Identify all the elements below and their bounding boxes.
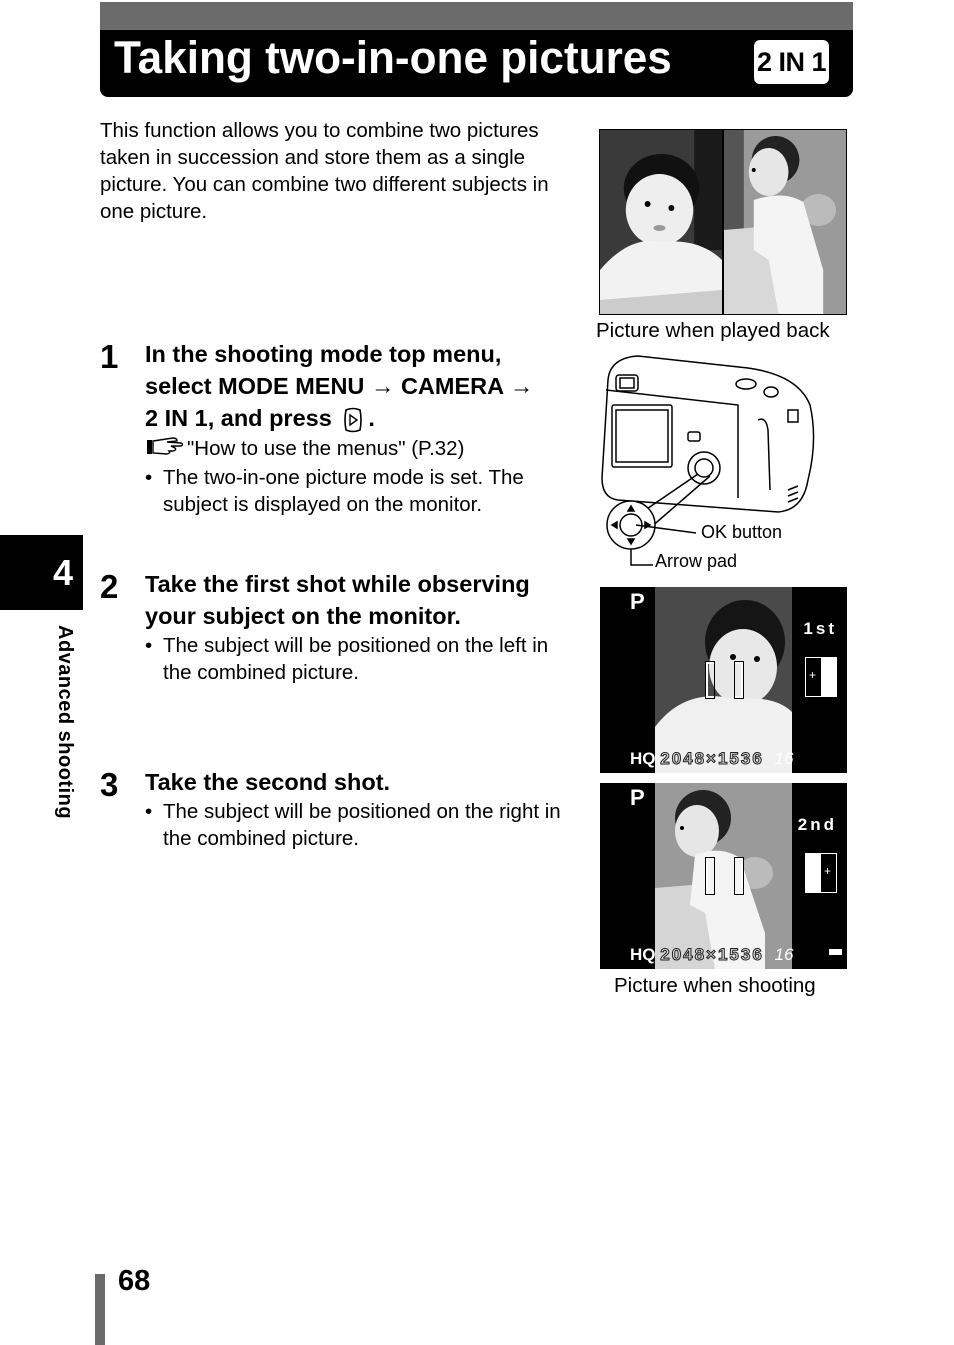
shooting-caption: Picture when shooting [614, 974, 816, 997]
active-half: + [821, 854, 836, 892]
inactive-half [806, 854, 821, 892]
step-heading-line: 2 IN 1, and press . [145, 402, 580, 434]
crosshair-icon: + [824, 864, 832, 878]
step-heading-line: select MODE MENU → CAMERA → [145, 373, 534, 399]
playback-caption: Picture when played back [596, 319, 830, 342]
active-half: + [806, 658, 821, 696]
step-1: 1 In the shooting mode top menu, select … [100, 338, 580, 518]
quality-indicator: HQ [630, 945, 656, 964]
resolution-indicator: 2048×1536 [660, 749, 764, 769]
lcd-status-line: HQ 2048×1536 16 [630, 945, 793, 965]
inactive-half [821, 658, 836, 696]
page-header-banner: Taking two-in-one pictures 2 IN 1 [100, 2, 853, 97]
step-number: 1 [100, 338, 119, 375]
arrow-pad-right-icon [342, 407, 364, 433]
af-target-bracket-left [706, 662, 714, 698]
crosshair-icon: + [809, 668, 817, 682]
remaining-count: 16 [774, 749, 794, 768]
arrow-pad-label: Arrow pad [655, 551, 738, 571]
bullet-dot: • [145, 466, 153, 489]
chapter-number: 4 [52, 552, 73, 593]
step-heading-line: In the shooting mode top menu, [145, 341, 502, 367]
battery-icon [829, 949, 842, 955]
lcd-first-shot: P 1st + HQ 2048×1536 16 [600, 587, 847, 773]
bullet-dot: • [145, 634, 153, 657]
step-bullet: • The subject will be positioned on the … [145, 632, 580, 686]
shooting-mode-indicator: P [630, 589, 645, 614]
frame-position-indicator: + [805, 657, 837, 697]
step-bullet: • The two-in-one picture mode is set. Th… [145, 464, 580, 518]
resolution-indicator: 2048×1536 [660, 945, 764, 965]
step-heading-text: . [368, 405, 375, 431]
pointing-hand-icon [145, 434, 185, 464]
step-number: 2 [100, 568, 119, 605]
page-number: 68 [118, 1265, 151, 1297]
step-3: 3 Take the second shot. • The subject wi… [100, 766, 580, 852]
lcd-scene-image [655, 587, 792, 773]
intro-paragraph: This function allows you to combine two … [100, 119, 549, 223]
step-bullet: • The subject will be positioned on the … [145, 798, 580, 852]
step-2: 2 Take the first shot while observing yo… [100, 568, 580, 686]
lcd-scene-image [655, 783, 792, 969]
camera-diagram: OK button Arrow pad [598, 350, 823, 575]
bullet-text: The two-in-one picture mode is set. The … [163, 466, 524, 516]
shooting-mode-indicator: P [630, 785, 645, 810]
step-heading-text: 2 IN 1, and press [145, 405, 332, 431]
reference-text: "How to use the menus" (P.32) [187, 437, 465, 460]
chapter-label: Advanced shooting [54, 625, 76, 820]
remaining-count: 16 [774, 945, 794, 964]
chapter-tab: 4 [0, 535, 83, 610]
frame-position-indicator: + [805, 853, 837, 893]
step-heading: Take the second shot. [145, 769, 391, 795]
bullet-text: The subject will be positioned on the ri… [163, 800, 561, 850]
page-title: Taking two-in-one pictures [114, 32, 672, 83]
quality-indicator: HQ [630, 749, 656, 768]
af-target-bracket-right [735, 662, 743, 698]
photo-right-subject [724, 130, 846, 314]
af-target-bracket-left [706, 858, 714, 894]
lcd-second-shot: P 2nd + HQ 2048×1536 16 [600, 783, 847, 969]
step-heading: Take the first shot while observing your… [145, 571, 530, 629]
page-footer-bar [95, 1274, 105, 1345]
photo-left-subject [600, 130, 722, 314]
step-heading: In the shooting mode top menu, select MO… [145, 338, 580, 434]
menu-reference: "How to use the menus" (P.32) [145, 434, 580, 464]
shot-indicator: 1st [803, 619, 837, 638]
mode-badge: 2 IN 1 [753, 40, 829, 84]
lcd-status-line: HQ 2048×1536 16 [630, 749, 793, 769]
step-number: 3 [100, 766, 119, 803]
banner-top-strip [100, 2, 853, 30]
playback-photo [599, 129, 847, 315]
bullet-text: The subject will be positioned on the le… [163, 634, 549, 684]
shot-indicator: 2nd [797, 815, 837, 834]
ok-button-label: OK button [701, 522, 783, 542]
af-target-bracket-right [735, 858, 743, 894]
bullet-dot: • [145, 800, 153, 823]
